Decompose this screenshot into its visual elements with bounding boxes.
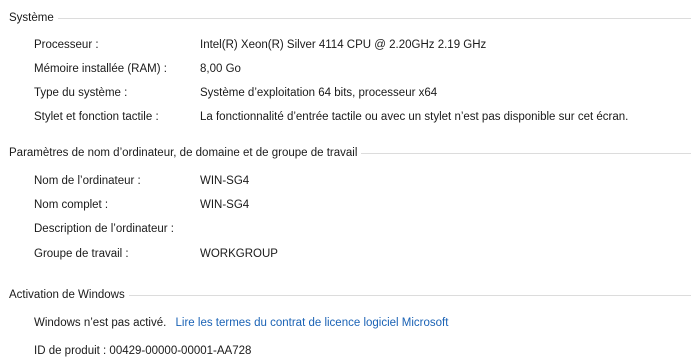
processor-label: Processeur : <box>34 39 99 51</box>
pen-touch-label: Stylet et fonction tactile : <box>34 111 159 123</box>
section-divider <box>361 153 691 154</box>
section-divider <box>128 295 691 296</box>
full-name-label: Nom complet : <box>34 199 109 211</box>
computer-description-label: Description de l’ordinateur : <box>34 223 174 235</box>
computer-section-header: Paramètres de nom d’ordinateur, de domai… <box>9 145 691 161</box>
product-id-row: ID de produit : 00429-00000-00001-AA728 <box>34 343 251 359</box>
system-section-header: Système <box>9 10 691 26</box>
license-terms-link[interactable]: Lire les termes du contrat de licence lo… <box>176 317 449 329</box>
system-type-label: Type du système : <box>34 87 128 99</box>
computer-section-title: Paramètres de nom d’ordinateur, de domai… <box>9 147 358 159</box>
system-section-title: Système <box>9 12 54 24</box>
workgroup-label: Groupe de travail : <box>34 248 129 260</box>
pen-touch-value: La fonctionnalité d’entrée tactile ou av… <box>200 111 629 123</box>
processor-value: Intel(R) Xeon(R) Silver 4114 CPU @ 2.20G… <box>200 39 487 51</box>
workgroup-value: WORKGROUP <box>200 248 278 260</box>
activation-section-header: Activation de Windows <box>9 287 691 303</box>
ram-label: Mémoire installée (RAM) : <box>34 63 167 75</box>
activation-status-text: Windows n’est pas activé. <box>34 317 167 329</box>
full-name-value: WIN-SG4 <box>200 199 250 211</box>
computer-name-value: WIN-SG4 <box>200 175 250 187</box>
activation-status-row: Windows n’est pas activé. Lire les terme… <box>34 315 448 331</box>
product-id-text: ID de produit : 00429-00000-00001-AA728 <box>34 345 252 357</box>
computer-name-label: Nom de l’ordinateur : <box>34 175 141 187</box>
system-type-value: Système d’exploitation 64 bits, processe… <box>200 87 438 99</box>
ram-value: 8,00 Go <box>200 63 241 75</box>
section-divider <box>57 18 691 19</box>
activation-section-title: Activation de Windows <box>9 289 125 301</box>
